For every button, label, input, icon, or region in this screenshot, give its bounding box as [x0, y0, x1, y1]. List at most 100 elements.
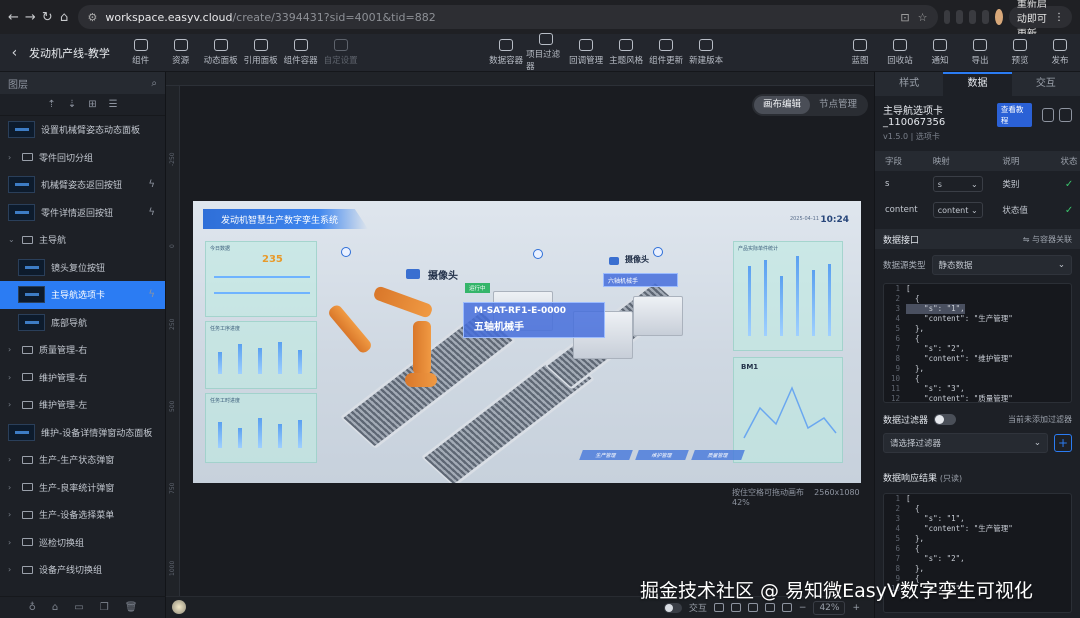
doc-icon[interactable]	[1059, 108, 1072, 122]
toolbar-button[interactable]: 项目过滤器	[526, 33, 566, 72]
tab-style[interactable]: 样式	[875, 72, 943, 96]
grid-icon[interactable]	[730, 603, 741, 612]
layer-item[interactable]: › 维护管理-右	[0, 364, 165, 392]
layer-item[interactable]: 零件详情返回按钮 ϟ	[0, 199, 165, 227]
chevron-right-icon[interactable]: ›	[8, 483, 16, 492]
chevron-right-icon[interactable]: ›	[8, 153, 16, 162]
move-down-icon[interactable]: ⇣	[68, 99, 76, 110]
toolbar-button[interactable]: 引用面板	[241, 39, 281, 66]
install-icon[interactable]: ⊡	[900, 11, 909, 24]
layer-item[interactable]: › 生产-良率统计弹窗	[0, 474, 165, 502]
layer-item[interactable]: 维护-设备详情弹窗动态面板	[0, 419, 165, 447]
chevron-right-icon[interactable]: ›	[8, 565, 16, 574]
layer-item[interactable]: › 质量管理-右	[0, 336, 165, 364]
add-filter-button[interactable]: +	[1054, 434, 1072, 452]
toolbar-button[interactable]: 主题风格	[606, 39, 646, 66]
static-data-editor[interactable]: 1[2 {3 "s": "1", 4 "content": "生产管理" 5 }, 6…	[883, 283, 1072, 403]
nav-button[interactable]: 质量管理	[691, 450, 745, 460]
layer-item[interactable]: › 维护管理-左	[0, 391, 165, 419]
chevron-right-icon[interactable]: ›	[8, 373, 16, 382]
address-bar[interactable]: ⚙ workspace.easyv.cloud/create/3394431?s…	[77, 5, 938, 29]
toolbar-button[interactable]: 资源	[161, 39, 201, 66]
align-icon[interactable]: ☰	[109, 99, 118, 110]
tab-node-management[interactable]: 节点管理	[810, 96, 866, 114]
layer-item[interactable]: › 设备产线切换组	[0, 556, 165, 584]
extension-icon[interactable]	[956, 10, 964, 24]
chevron-right-icon[interactable]: ›	[8, 345, 16, 354]
chevron-right-icon[interactable]: ›	[8, 455, 16, 464]
toolbar-button[interactable]: 组件容器	[281, 39, 321, 66]
back-chevron-icon[interactable]: ‹	[0, 45, 29, 61]
tab-interaction[interactable]: 交互	[1012, 72, 1080, 96]
profile-avatar[interactable]	[995, 9, 1003, 25]
fit-icon[interactable]	[781, 603, 792, 612]
zoom-out-icon[interactable]: −	[799, 603, 807, 613]
puzzle-icon[interactable]	[982, 10, 990, 24]
back-arrow-icon[interactable]: ←	[8, 6, 19, 28]
bookmark-star-icon[interactable]: ☆	[918, 11, 928, 24]
lock-icon[interactable]: ⌂	[52, 602, 58, 613]
toolbar-button[interactable]: 组件更新	[646, 39, 686, 66]
mapping-select[interactable]: content ⌄	[932, 202, 983, 218]
trash-icon[interactable]: 🗑	[125, 602, 138, 613]
toolbar-button[interactable]: 发布	[1040, 39, 1080, 66]
layer-item[interactable]: › 生产-设备选择菜单	[0, 501, 165, 529]
screen-icon[interactable]	[747, 603, 758, 612]
toolbar-button[interactable]: 通知	[920, 39, 960, 66]
reload-icon[interactable]: ↻	[42, 6, 53, 28]
dashboard-preview[interactable]: 发动机智慧生产数字孪生系统 2025-04-11 10:24 今日数据 235 …	[193, 201, 861, 483]
filter-select[interactable]: 请选择过滤器 ⌄	[883, 433, 1048, 453]
tutorial-badge[interactable]: 查看教程	[996, 103, 1032, 127]
container-link[interactable]: ⇋ 与容器关联	[1023, 234, 1072, 245]
toolbar-button[interactable]: 自定设置	[321, 39, 361, 66]
toolbar-button[interactable]: 回收站	[880, 39, 920, 66]
filter-toggle[interactable]	[934, 413, 957, 425]
toolbar-button[interactable]: 回调管理	[566, 39, 606, 66]
group-icon[interactable]: ⊞	[88, 99, 96, 110]
toolbar-button[interactable]: 新建版本	[686, 39, 726, 66]
extension-icon[interactable]	[969, 10, 977, 24]
toolbar-button[interactable]: 动态面板	[201, 39, 241, 66]
tab-canvas-edit[interactable]: 画布编辑	[754, 96, 811, 114]
source-type-select[interactable]: 静态数据 ⌄	[931, 255, 1072, 275]
interact-toggle[interactable]	[663, 602, 682, 613]
chevron-right-icon[interactable]: ›	[8, 510, 16, 519]
folder-icon[interactable]: ▭	[74, 602, 83, 613]
chevron-right-icon[interactable]: ›	[8, 400, 16, 409]
nav-button[interactable]: 维护管理	[635, 450, 689, 460]
forward-arrow-icon[interactable]: →	[25, 6, 36, 28]
layout-icon[interactable]	[713, 603, 724, 612]
chevron-down-icon[interactable]: ⌄	[8, 235, 16, 244]
assistant-logo-icon[interactable]	[172, 600, 186, 614]
layer-item[interactable]: 主导航选项卡 ϟ	[0, 281, 165, 309]
layer-item[interactable]: › 生产-生产状态弹窗	[0, 446, 165, 474]
bulb-icon[interactable]: ♁	[29, 602, 36, 613]
toolbar-button[interactable]: 导出	[960, 39, 1000, 66]
home-icon[interactable]: ⌂	[59, 6, 70, 28]
toolbar-button[interactable]: 蓝图	[840, 39, 880, 66]
layer-item[interactable]: › 零件回切分组	[0, 144, 165, 172]
layer-item[interactable]: 镜头复位按钮	[0, 254, 165, 282]
extension-icon[interactable]	[943, 10, 951, 24]
chevron-right-icon[interactable]: ›	[8, 538, 16, 547]
toolbar-button[interactable]: 组件	[121, 39, 161, 66]
nav-button[interactable]: 生产管理	[579, 450, 633, 460]
toolbar-button[interactable]: 数据容器	[486, 39, 526, 66]
layer-item[interactable]: 机械臂姿态返回按钮 ϟ	[0, 171, 165, 199]
layer-item[interactable]: › 巡检切换组	[0, 529, 165, 557]
copy-icon[interactable]: ❐	[100, 602, 109, 613]
canvas-area[interactable]: -250 0 250 500 750 1000 画布编辑 节点管理 发动机智慧生产数字孪生…	[166, 72, 874, 618]
toolbar-button[interactable]: 预览	[1000, 39, 1040, 66]
relaunch-button[interactable]: 重新启动即可更新⋮	[1008, 0, 1072, 40]
mapping-select[interactable]: s ⌄	[932, 176, 983, 192]
tab-data[interactable]: 数据	[943, 72, 1012, 96]
move-up-icon[interactable]: ⇡	[47, 99, 55, 110]
site-info-icon[interactable]: ⚙	[88, 11, 98, 24]
search-icon[interactable]: ⌕	[151, 78, 157, 89]
layer-item[interactable]: 底部导航	[0, 309, 165, 337]
layer-item[interactable]: 设置机械臂姿态动态面板	[0, 116, 165, 144]
zoom-in-icon[interactable]: +	[852, 603, 860, 613]
layer-item[interactable]: ⌄ 主导航	[0, 226, 165, 254]
comment-icon[interactable]	[764, 603, 775, 612]
refresh-icon[interactable]	[1041, 108, 1055, 122]
